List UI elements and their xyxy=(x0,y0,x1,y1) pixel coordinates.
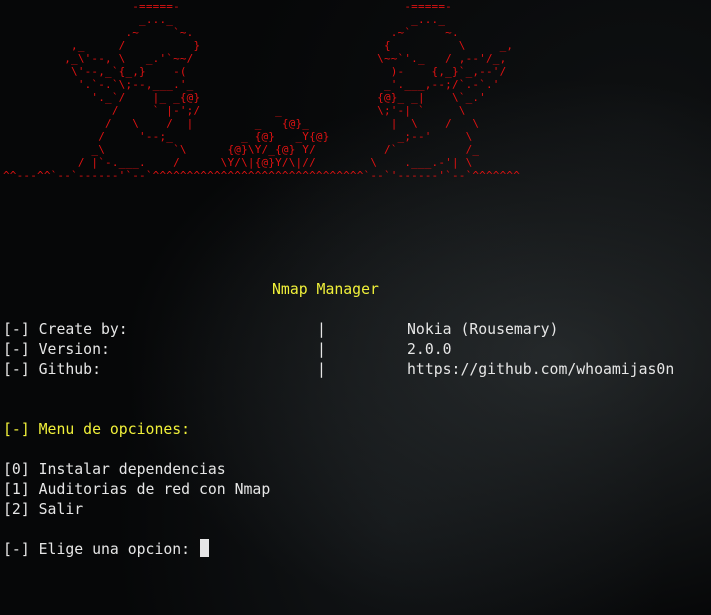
info-label-github: [-] Github: xyxy=(3,361,101,378)
text-cursor[interactable] xyxy=(200,539,209,557)
menu-heading: [-] Menu de opciones: xyxy=(3,421,191,438)
info-value-github[interactable]: https://github.com/whoamijas0n xyxy=(407,360,674,380)
terminal-window[interactable]: -=====- -=====- _..._ _..._ .~ `~. .~` ~… xyxy=(0,0,711,615)
info-label-author: [-] Create by: xyxy=(3,321,128,338)
info-value-author: Nokia (Rousemary) xyxy=(407,321,559,338)
info-value-version: 2.0.0 xyxy=(407,341,452,358)
info-separator: | xyxy=(317,341,326,358)
info-separator: | xyxy=(317,321,326,338)
menu-option-audit: [1] Auditorias de red con Nmap xyxy=(3,481,271,498)
input-prompt: [-] Elige una opcion: xyxy=(3,541,199,558)
app-title: Nmap Manager xyxy=(272,281,379,298)
info-separator: | xyxy=(317,361,326,378)
info-label-version: [-] Version: xyxy=(3,341,110,358)
menu-option-exit: [2] Salir xyxy=(3,501,84,518)
ascii-art-banner: -=====- -=====- _..._ _..._ .~ `~. .~` ~… xyxy=(3,0,520,182)
menu-option-install: [0] Instalar dependencias xyxy=(3,461,226,478)
